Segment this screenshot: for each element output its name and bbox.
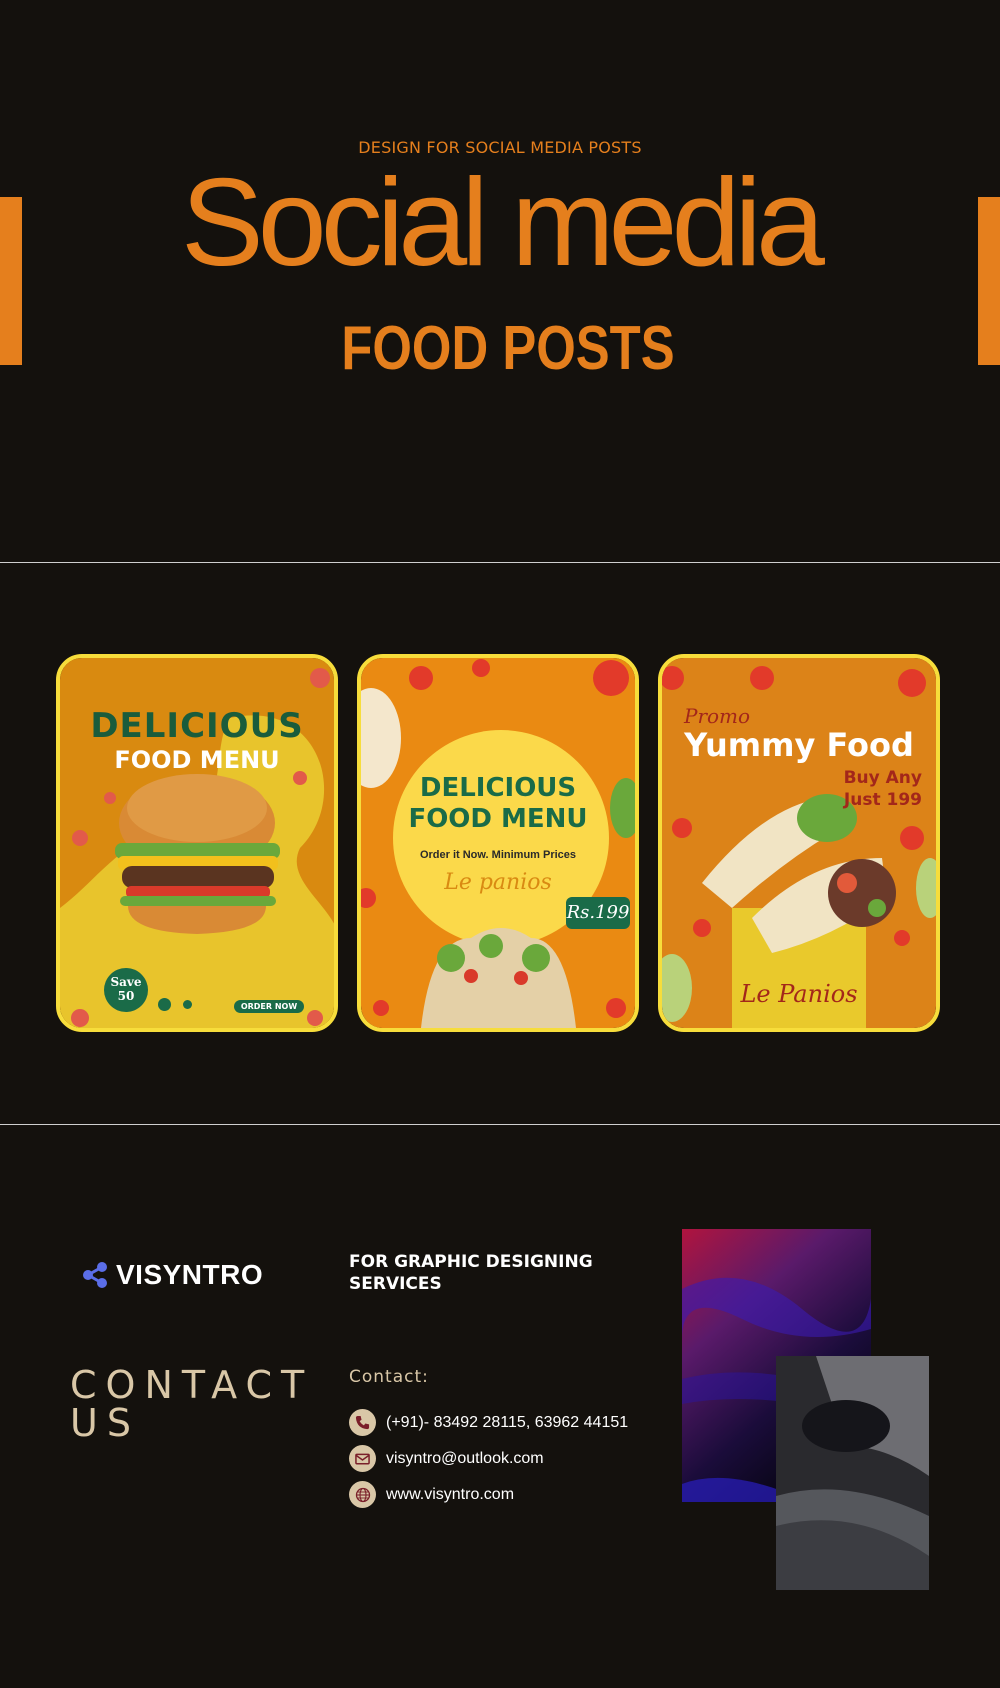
post-burger-save-label: Save bbox=[110, 975, 142, 989]
hero-headline: Social media bbox=[181, 154, 825, 292]
post-burger-save-badge: Save 50 bbox=[104, 968, 148, 1012]
contact-website[interactable]: www.visyntro.com bbox=[349, 1481, 514, 1508]
post-wrap-brand: Le panios bbox=[444, 870, 552, 895]
divider-bottom bbox=[0, 1124, 1000, 1125]
post-burger-save-value: 50 bbox=[117, 989, 135, 1003]
post-promo-offer-line1: Buy Any bbox=[843, 768, 922, 788]
hero-section: DESIGN FOR SOCIAL MEDIA POSTS Social med… bbox=[0, 0, 1000, 562]
post-wrap-subheading: FOOD MENU bbox=[408, 804, 588, 834]
desk-mouse-image bbox=[776, 1356, 929, 1590]
post-promo-brand: Le Panios bbox=[740, 980, 858, 1008]
phone-number: (+91)- 83492 28115, 63962 44151 bbox=[386, 1413, 629, 1431]
contact-phone[interactable]: (+91)- 83492 28115, 63962 44151 bbox=[349, 1409, 628, 1436]
post-promo-offer-line2: Just 199 bbox=[843, 790, 922, 810]
contact-email[interactable]: visyntro@outlook.com bbox=[349, 1445, 544, 1472]
post-card-wrap-menu[interactable]: DELICIOUS FOOD MENU Order it Now. Minimu… bbox=[357, 654, 639, 1032]
post-burger-subheading: FOOD MENU bbox=[114, 746, 280, 774]
post-burger-order-button[interactable]: ORDER NOW bbox=[234, 1000, 304, 1013]
contact-label: Contact: bbox=[349, 1367, 429, 1387]
post-card-promo[interactable]: Promo Yummy Food Buy Any Just 199 Le Pan… bbox=[658, 654, 940, 1032]
post-burger-heading: DELICIOUS bbox=[90, 706, 304, 746]
hero-subhead: FOOD POSTS bbox=[341, 314, 675, 383]
email-address: visyntro@outlook.com bbox=[386, 1449, 544, 1467]
post-promo-eyebrow: Promo bbox=[684, 704, 751, 728]
post-wrap-price-badge: Rs.199 bbox=[566, 897, 630, 929]
globe-icon bbox=[349, 1481, 376, 1508]
contact-us-title: CONTACT US bbox=[70, 1366, 340, 1442]
share-icon bbox=[83, 1262, 107, 1288]
logo-text: VISYNTRO bbox=[116, 1259, 264, 1290]
website-url: www.visyntro.com bbox=[386, 1485, 515, 1503]
post-wrap-tagline: Order it Now. Minimum Prices bbox=[419, 849, 577, 861]
post-promo-heading: Yummy Food bbox=[684, 726, 914, 764]
contact-title-line1: CONTACT bbox=[70, 1363, 314, 1407]
carousel-dot bbox=[183, 1000, 192, 1009]
post-wrap-heading: DELICIOUS bbox=[419, 773, 577, 803]
carousel-dot bbox=[158, 998, 171, 1011]
mail-icon bbox=[349, 1445, 376, 1472]
phone-icon bbox=[349, 1409, 376, 1436]
contact-title-line2: US bbox=[70, 1401, 140, 1445]
services-tagline: FOR GRAPHIC DESIGNING SERVICES bbox=[349, 1252, 593, 1294]
divider-top bbox=[0, 562, 1000, 563]
visyntro-logo[interactable]: VISYNTRO bbox=[80, 1259, 263, 1291]
post-wrap-artwork bbox=[361, 658, 635, 1028]
post-card-burger[interactable]: DELICIOUS FOOD MENU Save 50 ORDER NOW bbox=[56, 654, 338, 1032]
